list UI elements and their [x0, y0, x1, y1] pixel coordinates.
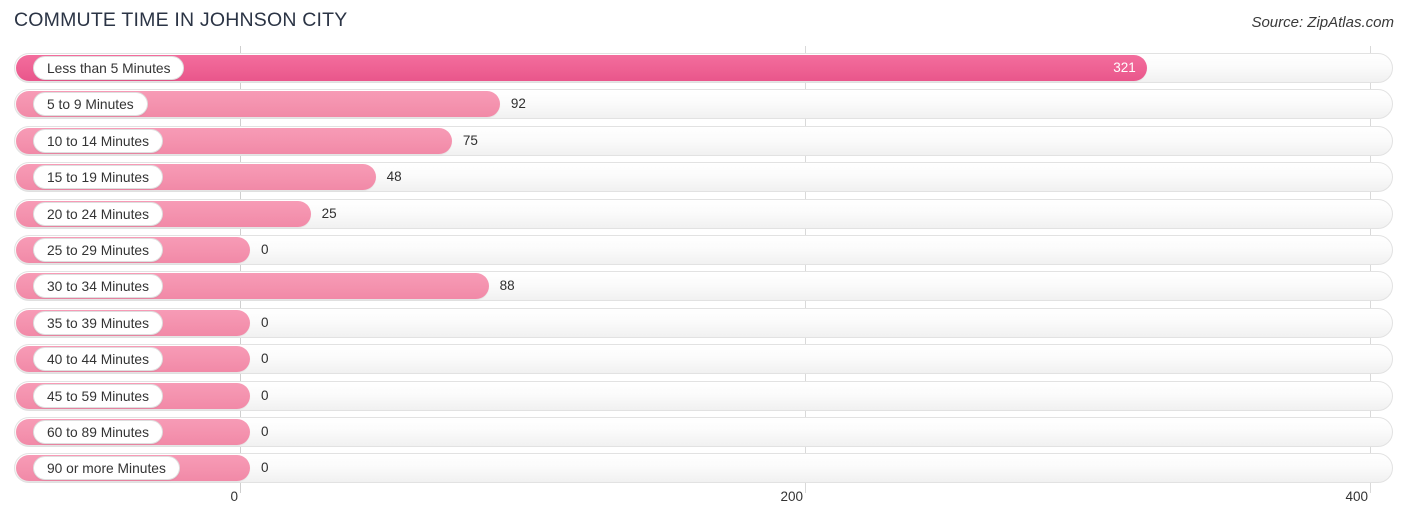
category-label[interactable]: 45 to 59 Minutes	[33, 383, 164, 408]
bar-value-label: 48	[386, 169, 402, 185]
bar-value-label: 92	[510, 96, 526, 112]
source-attribution: Source: ZipAtlas.com	[1251, 14, 1394, 31]
x-tick-label: 400	[1345, 489, 1368, 504]
bar-row: 0 45 to 59 Minutes	[0, 378, 1406, 414]
bar-value-label: 0	[261, 424, 269, 439]
bar-row: 48 15 to 19 Minutes	[0, 159, 1406, 195]
bar-value-label: 0	[261, 387, 269, 403]
category-label[interactable]: 15 to 19 Minutes	[33, 165, 164, 190]
bar-row: 0 25 to 29 Minutes	[0, 232, 1406, 268]
category-label[interactable]: 60 to 89 Minutes	[33, 420, 164, 444]
category-label[interactable]: 90 or more Minutes	[33, 456, 180, 481]
bar-row: 25 20 to 24 Minutes	[0, 196, 1406, 232]
category-label[interactable]: 25 to 29 Minutes	[33, 238, 164, 262]
bar-value-label: 0	[261, 351, 269, 367]
category-label[interactable]: 5 to 9 Minutes	[33, 92, 148, 117]
x-tick-label: 200	[780, 489, 803, 504]
plot-area: 321 Less than 5 Minutes 92 5 to 9 Minutes 75…	[0, 46, 1406, 493]
bar-row: 0 60 to 89 Minutes	[0, 414, 1406, 450]
bar-value-label: 75	[462, 132, 478, 148]
commute-time-bar-chart: COMMUTE TIME IN JOHNSON CITY Source: Zip…	[0, 0, 1406, 523]
bar-row: 92 5 to 9 Minutes	[0, 86, 1406, 122]
category-label[interactable]: 40 to 44 Minutes	[33, 347, 164, 372]
category-label[interactable]: 20 to 24 Minutes	[33, 201, 164, 226]
bar-value-label: 321	[1113, 60, 1136, 75]
bar-row: 88 30 to 34 Minutes	[0, 268, 1406, 304]
bar-row: 0 35 to 39 Minutes	[0, 305, 1406, 341]
bar-value-label: 0	[261, 460, 269, 476]
bar-value-label: 0	[261, 242, 269, 257]
bar-value-label: 88	[499, 278, 515, 294]
category-label[interactable]: 30 to 34 Minutes	[33, 274, 164, 299]
bar-row: 0 90 or more Minutes	[0, 450, 1406, 486]
category-label[interactable]: 10 to 14 Minutes	[33, 128, 164, 153]
bar-row: 321 Less than 5 Minutes	[0, 50, 1406, 86]
bar-row: 0 40 to 44 Minutes	[0, 341, 1406, 377]
category-label[interactable]: Less than 5 Minutes	[33, 56, 185, 80]
x-tick-label: 0	[230, 489, 238, 504]
category-label[interactable]: 35 to 39 Minutes	[33, 310, 164, 335]
x-axis: 0 200 400	[0, 489, 1406, 513]
bar-row: 75 10 to 14 Minutes	[0, 123, 1406, 159]
chart-title: COMMUTE TIME IN JOHNSON CITY	[14, 9, 348, 31]
bar-value-label: 25	[321, 205, 337, 221]
bar-value-label: 0	[261, 314, 269, 330]
